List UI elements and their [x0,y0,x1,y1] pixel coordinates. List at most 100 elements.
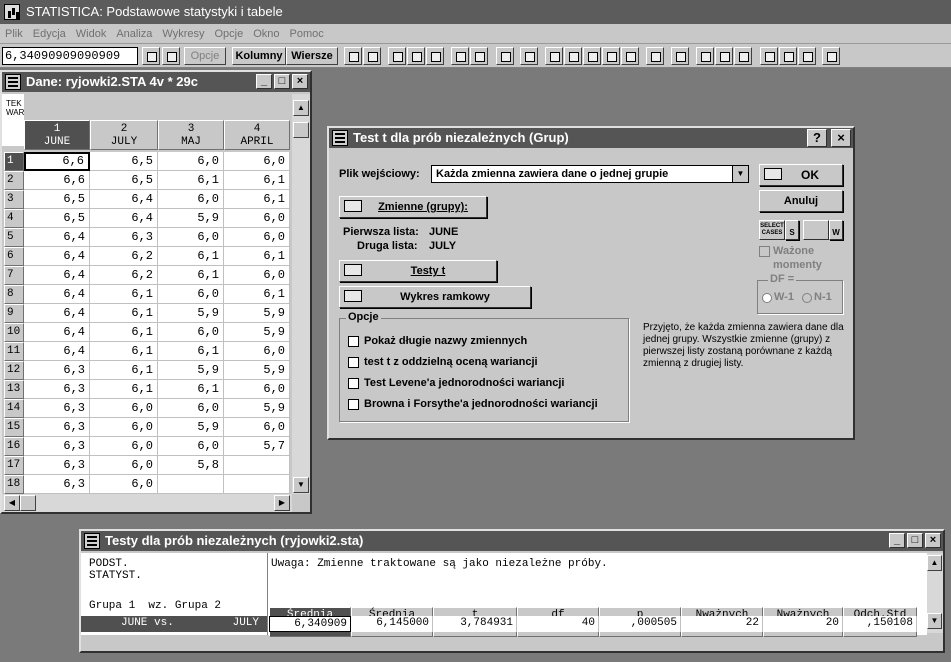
data-cell[interactable]: 6,0 [90,475,158,494]
data-cell[interactable]: 6,1 [158,342,224,361]
variables-button[interactable]: Zmienne (grupy): [339,196,487,218]
row-header[interactable]: 10 [4,323,24,342]
data-cell[interactable]: 6,4 [24,228,90,247]
s-button[interactable]: S [785,220,799,240]
scroll-up-icon[interactable]: ▲ [293,100,309,116]
data-cell[interactable]: 6,1 [90,342,158,361]
row-header[interactable]: 12 [4,361,24,380]
cut-icon[interactable] [760,47,778,65]
statistica-app-icon[interactable] [4,4,20,20]
data-cell[interactable]: 6,0 [224,266,290,285]
scroll-down-icon[interactable]: ▼ [927,613,942,629]
row-header[interactable]: 2 [4,171,24,190]
data-cell[interactable]: 6,0 [158,437,224,456]
data-cell[interactable]: 6,4 [90,190,158,209]
ok-button[interactable]: OK [759,164,843,186]
data-cell[interactable] [224,456,290,475]
data-cell[interactable]: 6,4 [24,323,90,342]
data-cell[interactable]: 6,5 [24,209,90,228]
row-header[interactable]: 16 [4,437,24,456]
data-cell[interactable]: 6,1 [158,380,224,399]
data-cell[interactable]: 5,8 [158,456,224,475]
row-header[interactable]: 14 [4,399,24,418]
stats-icon[interactable] [545,47,563,65]
column-header-maj[interactable]: 3 MAJ [158,120,224,150]
select-cases-icon[interactable]: SELECT CASES [759,220,785,240]
data-cell[interactable]: 6,3 [24,399,90,418]
result-value-cell[interactable]: 6,340909 [269,616,351,632]
weight-icon[interactable] [803,220,829,240]
column-header-june[interactable]: 1 JUNE [24,120,90,150]
paste-icon[interactable] [798,47,816,65]
row-header[interactable]: 1 [4,152,24,171]
spreadsheet-icon[interactable] [84,533,100,549]
column-header-july[interactable]: 2 JULY [90,120,158,150]
menu-item-wykresy[interactable]: Wykresy [157,24,209,44]
result-value-cell[interactable]: ,000505 [599,616,681,632]
data-cell[interactable] [158,475,224,494]
data-cell[interactable]: 6,1 [224,171,290,190]
data-cell[interactable]: 6,1 [90,361,158,380]
data-cell[interactable]: 6,3 [24,456,90,475]
results-title-bar[interactable]: Testy dla prób niezależnych (ryjowki2.st… [81,531,943,551]
row-header[interactable]: 11 [4,342,24,361]
data-cell[interactable]: 6,0 [90,418,158,437]
scroll-down-icon[interactable]: ▼ [293,477,309,493]
data-cell[interactable]: 6,3 [24,475,90,494]
data-cell[interactable]: 6,4 [24,247,90,266]
maximize-button[interactable]: □ [907,533,923,548]
grid2-icon[interactable] [621,47,639,65]
data-cell[interactable]: 6,0 [158,323,224,342]
data-cell[interactable]: 6,0 [224,342,290,361]
stats2-icon[interactable] [564,47,582,65]
data-cell[interactable]: 6,5 [90,171,158,190]
data-cell[interactable]: 5,9 [224,323,290,342]
data-cell[interactable]: 6,0 [158,152,224,171]
scroll-right-icon[interactable]: ▶ [274,495,290,511]
data-cell[interactable]: 6,1 [224,285,290,304]
column-narrow-icon[interactable] [407,47,425,65]
column-width-icon[interactable] [388,47,406,65]
scroll-thumb[interactable] [293,122,309,138]
menu-item-opcje[interactable]: Opcje [209,24,248,44]
data-cell[interactable]: 5,9 [158,209,224,228]
scroll-left-icon[interactable]: ◀ [4,495,20,511]
result-value-cell[interactable]: 40 [517,616,599,632]
data-cell[interactable]: 6,0 [158,190,224,209]
data-cell[interactable]: 6,4 [24,266,90,285]
data-cell[interactable]: 6,0 [90,399,158,418]
row-header[interactable]: 17 [4,456,24,475]
data-cell[interactable]: 6,4 [24,342,90,361]
bar-chart-icon[interactable] [520,47,538,65]
grid-icon[interactable] [602,47,620,65]
close-button[interactable]: × [925,533,941,548]
row-header[interactable]: 7 [4,266,24,285]
data-cell[interactable]: 6,0 [224,152,290,171]
dialog-close-button[interactable]: × [831,129,851,147]
result-value-cell[interactable]: 20 [763,616,843,632]
wiersze-button[interactable]: Wiersze [286,47,338,65]
maximize-button[interactable]: □ [274,74,290,89]
data-cell[interactable]: 5,9 [224,361,290,380]
option-checkbox-2[interactable] [348,357,359,368]
data-cell[interactable] [224,475,290,494]
data-cell[interactable]: 6,1 [90,323,158,342]
row-header[interactable]: 9 [4,304,24,323]
data-cell[interactable]: 6,3 [90,228,158,247]
data-cell[interactable]: 6,0 [90,456,158,475]
data-cell[interactable]: 6,5 [90,152,158,171]
decimal-remove-icon[interactable] [470,47,488,65]
data-cell[interactable]: 5,9 [158,304,224,323]
data-cell[interactable]: 6,3 [24,361,90,380]
data-cell[interactable]: 6,0 [224,209,290,228]
menu-item-plik[interactable]: Plik [0,24,28,44]
data-cell[interactable]: 6,0 [224,418,290,437]
data-cell[interactable]: 6,6 [24,171,90,190]
new-window-icon[interactable] [671,47,689,65]
data-cell[interactable]: 6,5 [24,190,90,209]
w-button[interactable]: W [829,220,843,240]
result-value-cell[interactable]: ,150108 [843,616,917,632]
row-header[interactable]: 18 [4,475,24,494]
option-checkbox-4[interactable] [348,399,359,410]
data-cell[interactable]: 5,9 [158,418,224,437]
